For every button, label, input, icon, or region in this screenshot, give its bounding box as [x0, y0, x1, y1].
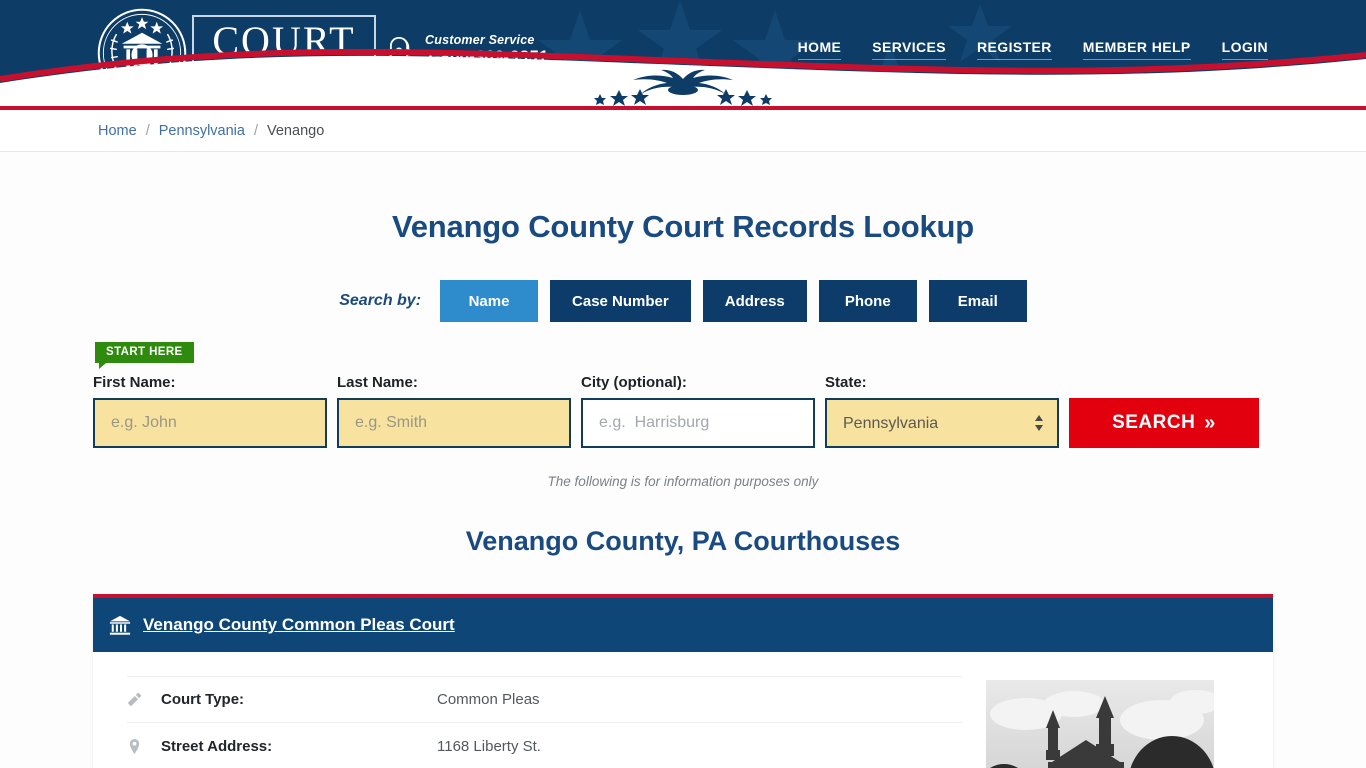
breadcrumb: Home / Pennsylvania / Venango: [98, 123, 324, 139]
search-form: START HERE First Name: Last Name: City (…: [93, 342, 1273, 448]
bank-columns-icon: [109, 615, 131, 635]
page-title: Venango County Court Records Lookup: [391, 209, 974, 244]
last-name-label: Last Name:: [337, 374, 418, 391]
first-name-input[interactable]: [93, 398, 327, 448]
breadcrumb-item-venango: Venango: [267, 122, 325, 139]
customer-service-label: Customer Service: [425, 33, 535, 47]
tab-search-by-email[interactable]: Email: [928, 280, 1027, 322]
court-card-title-link[interactable]: Venango County Common Pleas Court: [143, 615, 455, 635]
start-here-badge: START HERE: [95, 342, 194, 369]
tab-search-by-address[interactable]: Address: [702, 280, 807, 322]
row-value-street-address: 1168 Liberty St.: [437, 737, 541, 755]
tab-search-by-phone[interactable]: Phone: [818, 280, 917, 322]
search-button-label: SEARCH: [1112, 412, 1196, 433]
city-input[interactable]: [581, 398, 815, 448]
breadcrumb-bar: Home / Pennsylvania / Venango: [0, 110, 1366, 152]
search-button[interactable]: SEARCH »: [1069, 398, 1259, 448]
chevron-right-icon: »: [1204, 412, 1216, 434]
state-select[interactable]: Pennsylvania: [825, 398, 1059, 448]
court-card-header: Venango County Common Pleas Court: [93, 598, 1273, 652]
site-header: COURT CASE FINDER Customer Service 1-800…: [0, 0, 1366, 110]
breadcrumb-separator: /: [145, 122, 150, 139]
first-name-field-group: First Name:: [93, 374, 327, 448]
last-name-field-group: Last Name:: [337, 374, 571, 448]
table-row: Court Type: Common Pleas: [127, 676, 962, 723]
courthouse-photo: [986, 680, 1214, 768]
breadcrumb-separator: /: [253, 122, 258, 139]
court-card-body: Court Type: Common Pleas Street Address:…: [93, 652, 1273, 768]
row-value-court-type: Common Pleas: [437, 691, 540, 708]
breadcrumb-item-home[interactable]: Home: [98, 123, 137, 139]
row-label-street-address: Street Address:: [161, 737, 273, 755]
city-field-group: City (optional):: [581, 374, 815, 448]
disclaimer-text: The following is for information purpose…: [547, 474, 819, 489]
city-label: City (optional):: [581, 374, 687, 391]
map-pin-icon: [127, 738, 161, 754]
table-row: Street Address: 1168 Liberty St.: [127, 723, 962, 768]
row-label-court-type: Court Type:: [161, 691, 245, 708]
last-name-input[interactable]: [337, 398, 571, 448]
tab-search-by-name[interactable]: Name: [440, 280, 539, 322]
search-by-label: Search by:: [339, 292, 422, 309]
state-field-group: State: Pennsylvania: [825, 374, 1059, 448]
main-content: Venango County Court Records Lookup Sear…: [0, 152, 1366, 768]
flag-swoosh-decoration: [0, 49, 1366, 110]
court-card: Venango County Common Pleas Court Court …: [93, 594, 1273, 768]
state-label: State:: [825, 374, 867, 391]
gavel-icon: [127, 692, 161, 707]
tab-search-by-case-number[interactable]: Case Number: [550, 280, 691, 322]
court-detail-table: Court Type: Common Pleas Street Address:…: [127, 670, 962, 768]
header-red-divider: [0, 106, 1366, 110]
breadcrumb-item-pennsylvania[interactable]: Pennsylvania: [159, 123, 245, 139]
section-title-courthouses: Venango County, PA Courthouses: [465, 526, 901, 556]
search-by-tabs: Search by: Name Case Number Address Phon…: [93, 280, 1273, 322]
first-name-label: First Name:: [93, 374, 176, 391]
